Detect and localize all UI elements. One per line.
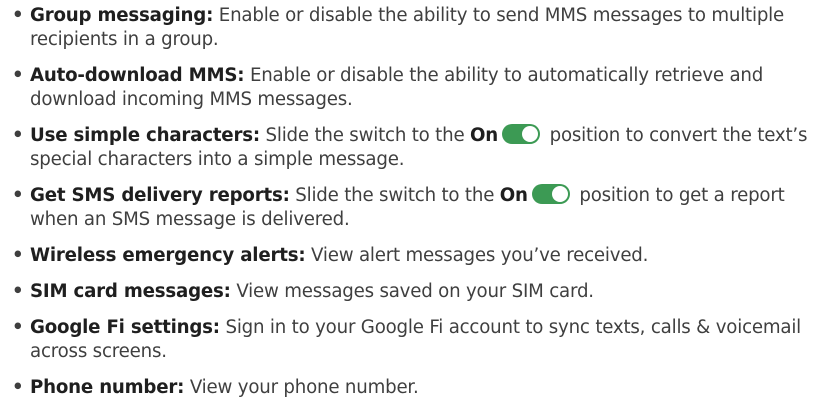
bullet: •	[12, 281, 24, 302]
list-item-sim-card-messages: • SIM card messages: View messages saved…	[10, 280, 820, 304]
on-label: On	[470, 125, 499, 146]
item-term: Wireless emergency alerts:	[30, 245, 306, 266]
list-item-group-messaging: • Group messaging: Enable or disable the…	[10, 4, 820, 52]
bullet: •	[12, 245, 24, 266]
item-description: Slide the switch to the	[259, 125, 471, 146]
toggle-knob	[551, 186, 568, 202]
item-description: View messages saved on your SIM card.	[230, 281, 594, 302]
bullet: •	[12, 317, 24, 338]
on-label: On	[499, 185, 528, 206]
bullet: •	[12, 377, 24, 398]
item-term: Group messaging:	[30, 5, 214, 26]
document-body: • Group messaging: Enable or disable the…	[0, 0, 820, 400]
item-term: SIM card messages:	[30, 281, 231, 302]
item-term: Use simple characters:	[30, 125, 260, 146]
list-item-use-simple-characters: • Use simple characters: Slide the switc…	[10, 124, 820, 172]
list-item-google-fi-settings: • Google Fi settings: Sign in to your Go…	[10, 316, 820, 364]
item-description: View alert messages you’ve received.	[305, 245, 649, 266]
toggle-knob	[522, 126, 539, 142]
toggle-on-icon	[531, 184, 570, 204]
list-item-get-sms-delivery-reports: • Get SMS delivery reports: Slide the sw…	[10, 184, 820, 232]
item-term: Get SMS delivery reports:	[30, 185, 290, 206]
item-term: Auto-download MMS:	[30, 65, 245, 86]
toggle-on-icon	[502, 124, 541, 144]
list-item-phone-number: • Phone number: View your phone number.	[10, 376, 820, 400]
bullet: •	[12, 5, 24, 26]
list-item-wireless-emergency-alerts: • Wireless emergency alerts: View alert …	[10, 244, 820, 268]
item-description: View your phone number.	[184, 377, 419, 398]
bullet: •	[12, 125, 24, 146]
bullet: •	[12, 65, 24, 86]
item-description: Slide the switch to the	[289, 185, 500, 206]
bullet: •	[12, 185, 24, 206]
list-item-auto-download-mms: • Auto-download MMS: Enable or disable t…	[10, 64, 820, 112]
settings-list: • Group messaging: Enable or disable the…	[10, 4, 820, 400]
item-term: Phone number:	[30, 377, 185, 398]
item-term: Google Fi settings:	[30, 317, 220, 338]
